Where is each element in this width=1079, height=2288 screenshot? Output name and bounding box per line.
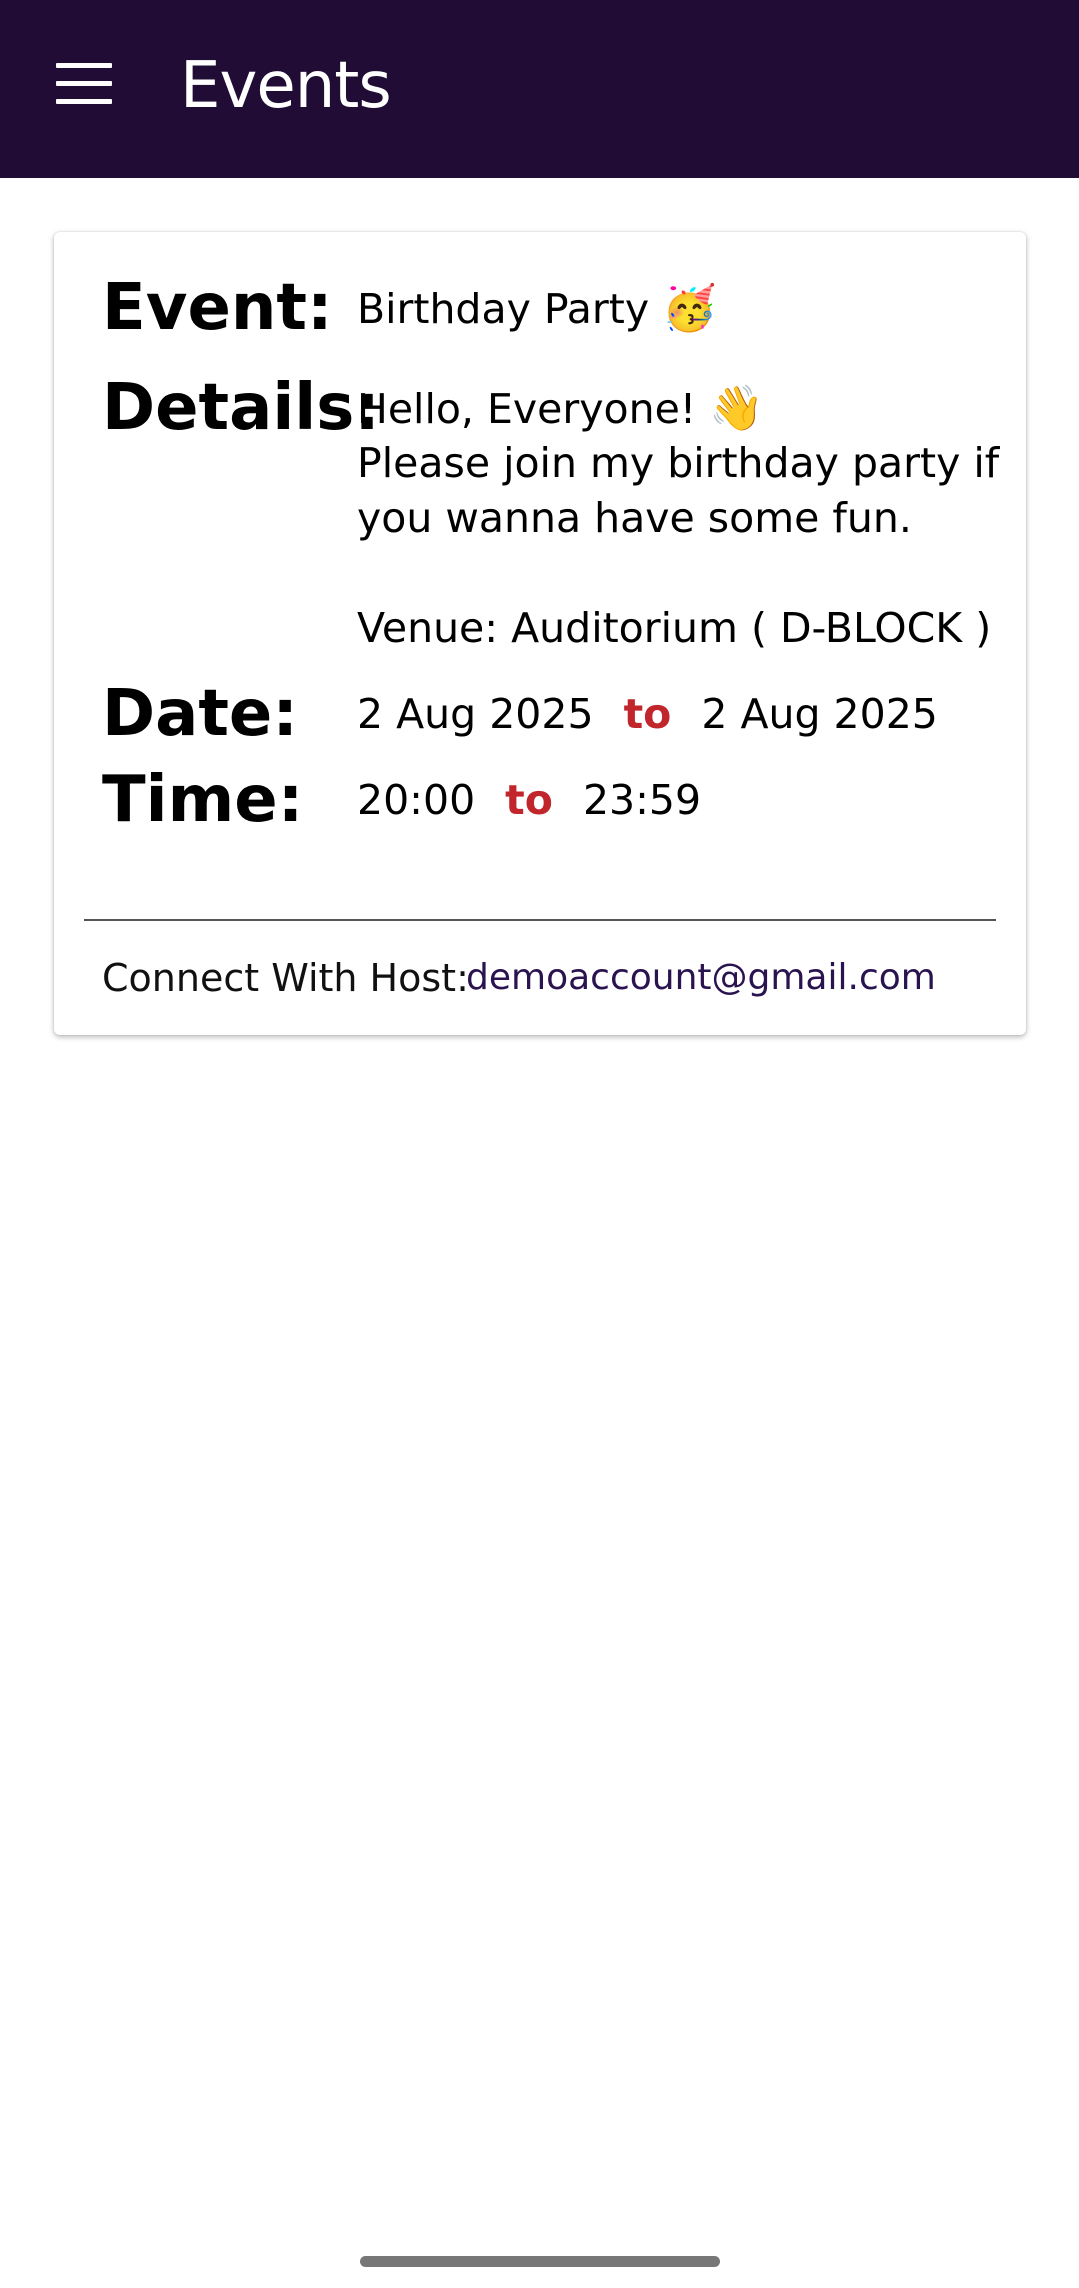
app-bar: Events	[0, 0, 1079, 178]
time-label: Time:	[102, 763, 304, 837]
date-separator: to	[623, 690, 672, 738]
connect-host-label: Connect With Host:	[102, 956, 469, 1000]
party-face-emoji-icon: 🥳	[662, 283, 717, 334]
date-label: Date:	[102, 677, 298, 751]
page-title: Events	[180, 49, 392, 123]
event-name: Birthday Party	[357, 285, 650, 333]
hamburger-menu-icon[interactable]	[40, 52, 128, 118]
event-card: Event: Birthday Party 🥳 Details: Hello, …	[54, 232, 1026, 1035]
details-label: Details:	[102, 371, 380, 445]
menu-bar-middle	[56, 81, 112, 86]
date-row: 2 Aug 2025 to 2 Aug 2025	[357, 687, 938, 742]
time-start: 20:00	[357, 776, 476, 824]
details-greeting-row: Hello, Everyone! 👋	[357, 381, 764, 437]
date-start: 2 Aug 2025	[357, 690, 594, 738]
details-greeting: Hello, Everyone!	[357, 385, 697, 433]
menu-bar-bottom	[56, 99, 112, 104]
home-indicator-bar[interactable]	[360, 2256, 720, 2267]
time-separator: to	[505, 776, 553, 824]
time-end: 23:59	[582, 776, 702, 824]
time-row: 20:00 to 23:59	[357, 773, 701, 828]
event-label: Event:	[102, 271, 333, 345]
date-end: 2 Aug 2025	[701, 690, 938, 738]
menu-bar-top	[56, 63, 112, 68]
host-email-link[interactable]: demoaccount@gmail.com	[466, 954, 936, 1002]
event-name-row: Birthday Party 🥳	[357, 281, 717, 337]
card-divider	[84, 919, 996, 921]
waving-hand-emoji-icon: 👋	[709, 383, 765, 434]
details-body: Please join my birthday party if you wan…	[357, 439, 1000, 652]
